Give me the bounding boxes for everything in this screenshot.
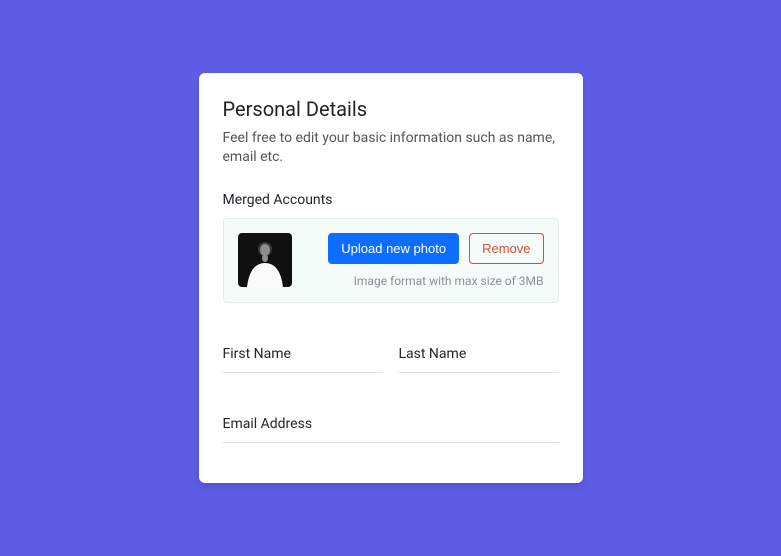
photo-section-label: Merged Accounts — [223, 192, 559, 208]
personal-details-card: Personal Details Feel free to edit your … — [199, 73, 583, 484]
upload-hint: Image format with max size of 3MB — [354, 274, 544, 288]
page-subtitle: Feel free to edit your basic information… — [223, 129, 559, 168]
avatar — [238, 233, 292, 287]
email-label: Email Address — [223, 416, 313, 432]
avatar-icon — [238, 233, 292, 287]
upload-controls: Upload new photo Remove Image format wit… — [306, 233, 544, 289]
last-name-field[interactable]: Last Name — [399, 343, 559, 373]
name-fields-row: First Name Last Name — [223, 343, 559, 373]
photo-upload-box: Upload new photo Remove Image format wit… — [223, 218, 559, 304]
last-name-label: Last Name — [399, 346, 467, 362]
first-name-field[interactable]: First Name — [223, 343, 383, 373]
upload-photo-button[interactable]: Upload new photo — [328, 233, 459, 265]
page-title: Personal Details — [223, 97, 559, 121]
button-row: Upload new photo Remove — [328, 233, 543, 265]
email-field[interactable]: Email Address — [223, 413, 559, 443]
remove-photo-button[interactable]: Remove — [469, 233, 543, 265]
first-name-label: First Name — [223, 346, 291, 362]
